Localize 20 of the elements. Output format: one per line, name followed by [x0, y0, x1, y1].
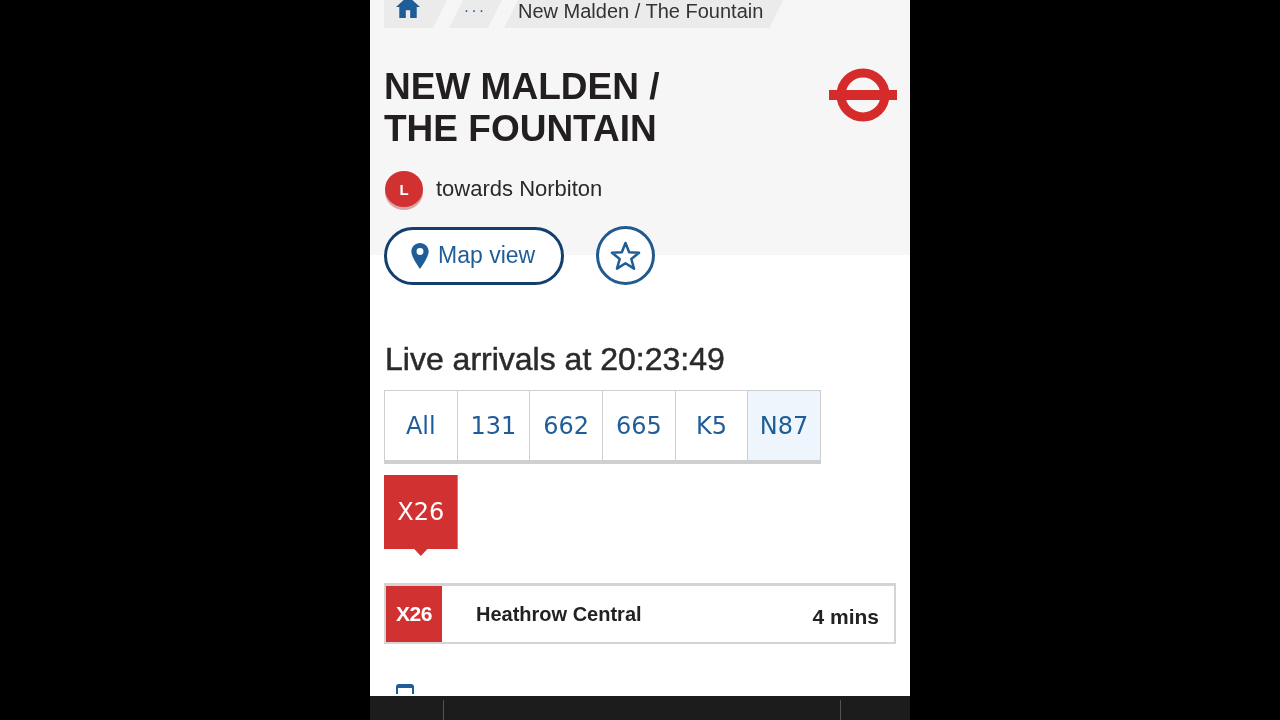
breadcrumb-link[interactable]: ...: [449, 0, 502, 28]
due-time: 4 mins: [812, 605, 879, 629]
route-badge: X26: [386, 586, 442, 642]
map-pin-icon: [411, 242, 429, 269]
home-icon: [396, 0, 420, 18]
map-view-button[interactable]: Map view: [384, 226, 564, 285]
route-tab[interactable]: K5: [674, 390, 749, 464]
stop-name: NEW MALDEN / THE FOUNTAIN: [384, 66, 661, 150]
roundel-logo: [829, 68, 897, 122]
destination-text: Heathrow Central: [476, 602, 642, 626]
route-tab[interactable]: 662: [529, 390, 603, 464]
route-tab[interactable]: 131: [456, 390, 531, 464]
direction-text: towards Norbiton: [436, 176, 603, 202]
breadcrumb-link[interactable]: New Malden / The Fountain: [504, 0, 784, 28]
route-tab[interactable]: X26: [384, 475, 458, 556]
route-tab[interactable]: N87: [747, 390, 821, 464]
live-arrivals-heading: Live arrivals at 20:23:49: [385, 341, 725, 377]
stop-letter-badge: L: [385, 171, 423, 207]
route-tab[interactable]: All: [384, 390, 458, 464]
route-tab[interactable]: 665: [601, 390, 676, 464]
